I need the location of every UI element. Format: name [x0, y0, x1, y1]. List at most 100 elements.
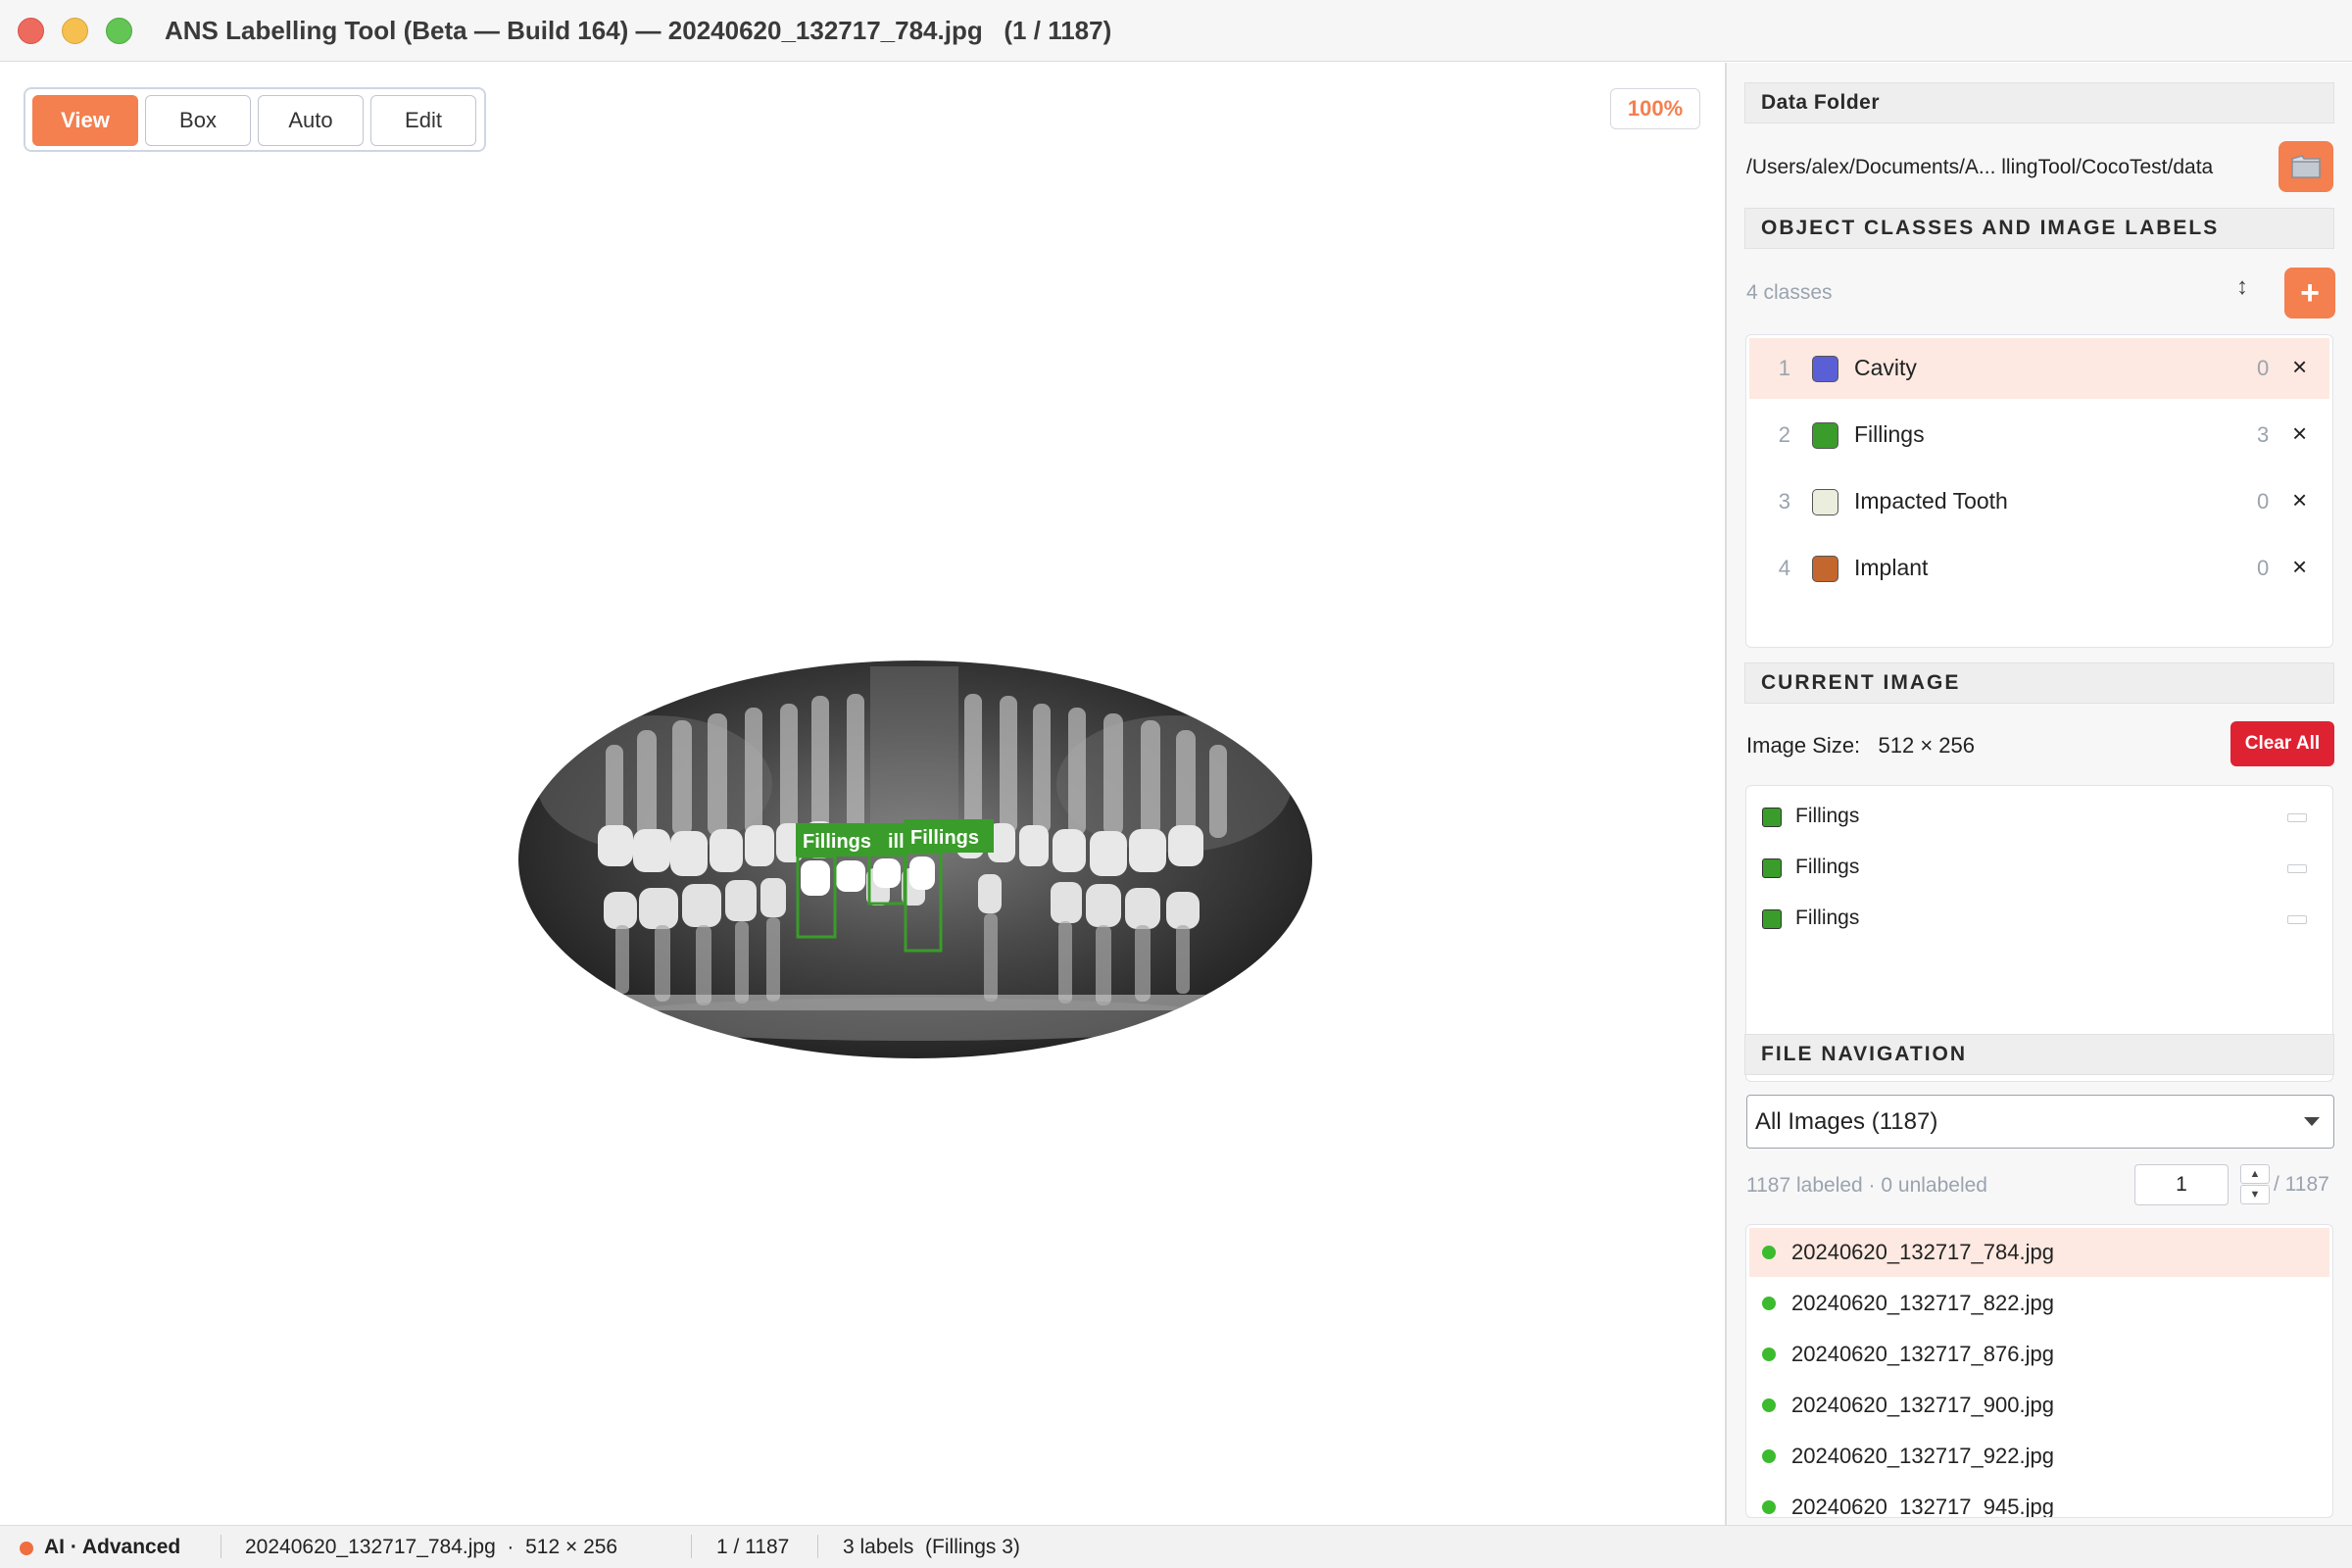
status-position: 1 / 1187 — [716, 1536, 790, 1558]
class-count: 0 — [2257, 356, 2270, 380]
visibility-toggle-icon[interactable] — [2287, 864, 2307, 873]
class-color-swatch[interactable] — [1812, 556, 1838, 582]
file-name: 20240620_132717_822.jpg — [1791, 1291, 2054, 1315]
visibility-toggle-icon[interactable] — [2287, 915, 2307, 924]
delete-class-icon[interactable]: × — [2292, 485, 2307, 515]
box-mode-button[interactable]: Box — [145, 95, 251, 146]
status-file-info: 20240620_132717_784.jpg · 512 × 256 — [245, 1536, 618, 1558]
chevron-down-icon — [2304, 1117, 2320, 1126]
annotation-label: Fillings — [910, 827, 979, 849]
status-labels-summary: 3 labels (Fillings 3) — [843, 1536, 1020, 1558]
add-class-button[interactable]: + — [2284, 268, 2335, 318]
choose-folder-button[interactable] — [2278, 141, 2333, 192]
label-color-swatch — [1762, 858, 1782, 878]
file-list[interactable]: 20240620_132717_784.jpg 20240620_132717_… — [1745, 1224, 2333, 1518]
class-row-fillings[interactable]: 2 Fillings 3 × — [1749, 405, 2329, 466]
labeled-status-dot — [1762, 1449, 1776, 1463]
classes-count: 4 classes — [1746, 281, 1833, 304]
file-name: 20240620_132717_945.jpg — [1791, 1494, 2054, 1518]
class-name: Implant — [1854, 555, 1929, 580]
class-number: 1 — [1778, 356, 1790, 380]
class-count: 0 — [2257, 489, 2270, 514]
auto-mode-button[interactable]: Auto — [258, 95, 364, 146]
class-row-implant[interactable]: 4 Implant 0 × — [1749, 538, 2329, 599]
class-row-cavity[interactable]: 1 Cavity 0 × — [1749, 338, 2329, 399]
image-filter-value: All Images (1187) — [1755, 1108, 1938, 1135]
window-title: ANS Labelling Tool (Beta — Build 164) — … — [165, 16, 1112, 45]
edit-mode-button[interactable]: Edit — [370, 95, 476, 146]
labeled-status-dot — [1762, 1297, 1776, 1310]
status-bar: AI · Advanced 20240620_132717_784.jpg · … — [0, 1525, 2352, 1568]
view-mode-button[interactable]: View — [32, 95, 138, 146]
mode-toolbar: View Box Auto Edit — [24, 87, 486, 152]
class-color-swatch[interactable] — [1812, 356, 1838, 382]
file-list-item[interactable]: 20240620_132717_822.jpg — [1749, 1279, 2329, 1328]
close-window-button[interactable] — [18, 18, 44, 44]
zoom-window-button[interactable] — [106, 18, 132, 44]
window-titlebar: ANS Labelling Tool (Beta — Build 164) — … — [0, 0, 2352, 62]
class-color-swatch[interactable] — [1812, 489, 1838, 515]
annotation-label: ill — [888, 831, 905, 853]
delete-class-icon[interactable]: × — [2292, 352, 2307, 382]
file-navigation-heading: FILE NAVIGATION — [1744, 1034, 2334, 1075]
file-list-item[interactable]: 20240620_132717_945.jpg — [1749, 1483, 2329, 1518]
status-divider — [691, 1535, 692, 1558]
image-label-row[interactable]: Fillings — [1746, 792, 2330, 843]
file-list-item[interactable]: 20240620_132717_900.jpg — [1749, 1381, 2329, 1430]
class-color-swatch[interactable] — [1812, 422, 1838, 449]
image-label-row[interactable]: Fillings — [1746, 843, 2330, 894]
label-name: Fillings — [1795, 805, 1860, 827]
labeled-status-dot — [1762, 1500, 1776, 1514]
class-count: 0 — [2257, 556, 2270, 580]
object-classes-heading: OBJECT CLASSES AND IMAGE LABELS — [1744, 208, 2334, 249]
data-folder-path: /Users/alex/Documents/A... llingTool/Coc… — [1746, 156, 2214, 178]
class-number: 4 — [1778, 556, 1790, 580]
step-down-icon[interactable]: ▼ — [2240, 1185, 2270, 1204]
class-row-impacted-tooth[interactable]: 3 Impacted Tooth 0 × — [1749, 471, 2329, 532]
data-folder-heading: Data Folder — [1744, 82, 2334, 123]
label-name: Fillings — [1795, 856, 1860, 878]
labeled-status-dot — [1762, 1246, 1776, 1259]
image-filter-select[interactable]: All Images (1187) — [1746, 1095, 2334, 1149]
labeled-status-dot — [1762, 1348, 1776, 1361]
label-color-swatch — [1762, 808, 1782, 827]
ai-mode-status: AI · Advanced — [44, 1536, 181, 1558]
minimize-window-button[interactable] — [62, 18, 88, 44]
class-number: 3 — [1778, 489, 1790, 514]
label-color-swatch — [1762, 909, 1782, 929]
delete-class-icon[interactable]: × — [2292, 418, 2307, 449]
status-divider — [817, 1535, 818, 1558]
visibility-toggle-icon[interactable] — [2287, 813, 2307, 822]
image-canvas-area[interactable]: View Box Auto Edit 100% Fillings ill Fil… — [0, 63, 1725, 1525]
file-name: 20240620_132717_922.jpg — [1791, 1444, 2054, 1468]
class-name: Impacted Tooth — [1854, 488, 2008, 514]
folder-icon — [2291, 155, 2321, 178]
page-number-input[interactable]: 1 — [2134, 1164, 2229, 1205]
class-list: 1 Cavity 0 × 2 Fillings 3 × 3 Impacted T… — [1745, 334, 2333, 648]
right-panel: Data Folder /Users/alex/Documents/A... l… — [1725, 63, 2352, 1525]
file-name: 20240620_132717_784.jpg — [1791, 1240, 2054, 1264]
step-up-icon[interactable]: ▲ — [2240, 1164, 2270, 1184]
xray-image[interactable]: Fillings ill Fillings — [517, 598, 1313, 1058]
label-name: Fillings — [1795, 906, 1860, 929]
class-count: 3 — [2257, 422, 2270, 447]
zoom-level-button[interactable]: 100% — [1610, 88, 1700, 129]
page-total: / 1187 — [2274, 1173, 2329, 1196]
class-name: Cavity — [1854, 355, 1917, 380]
labeled-status-dot — [1762, 1398, 1776, 1412]
delete-class-icon[interactable]: × — [2292, 552, 2307, 582]
annotation-label: Fillings — [803, 831, 871, 853]
file-name: 20240620_132717_900.jpg — [1791, 1393, 2054, 1417]
sort-icon[interactable]: ↕ — [2236, 273, 2248, 301]
file-list-item[interactable]: 20240620_132717_784.jpg — [1749, 1228, 2329, 1277]
class-number: 2 — [1778, 422, 1790, 447]
file-list-item[interactable]: 20240620_132717_922.jpg — [1749, 1432, 2329, 1481]
image-size-text: Image Size: 512 × 256 — [1746, 733, 1975, 758]
image-label-row[interactable]: Fillings — [1746, 894, 2330, 945]
clear-all-button[interactable]: Clear All — [2230, 721, 2334, 766]
ai-status-dot — [20, 1542, 33, 1555]
file-list-item[interactable]: 20240620_132717_876.jpg — [1749, 1330, 2329, 1379]
page-stepper[interactable]: ▲ ▼ — [2240, 1164, 2270, 1205]
status-divider — [220, 1535, 221, 1558]
current-image-heading: CURRENT IMAGE — [1744, 662, 2334, 704]
